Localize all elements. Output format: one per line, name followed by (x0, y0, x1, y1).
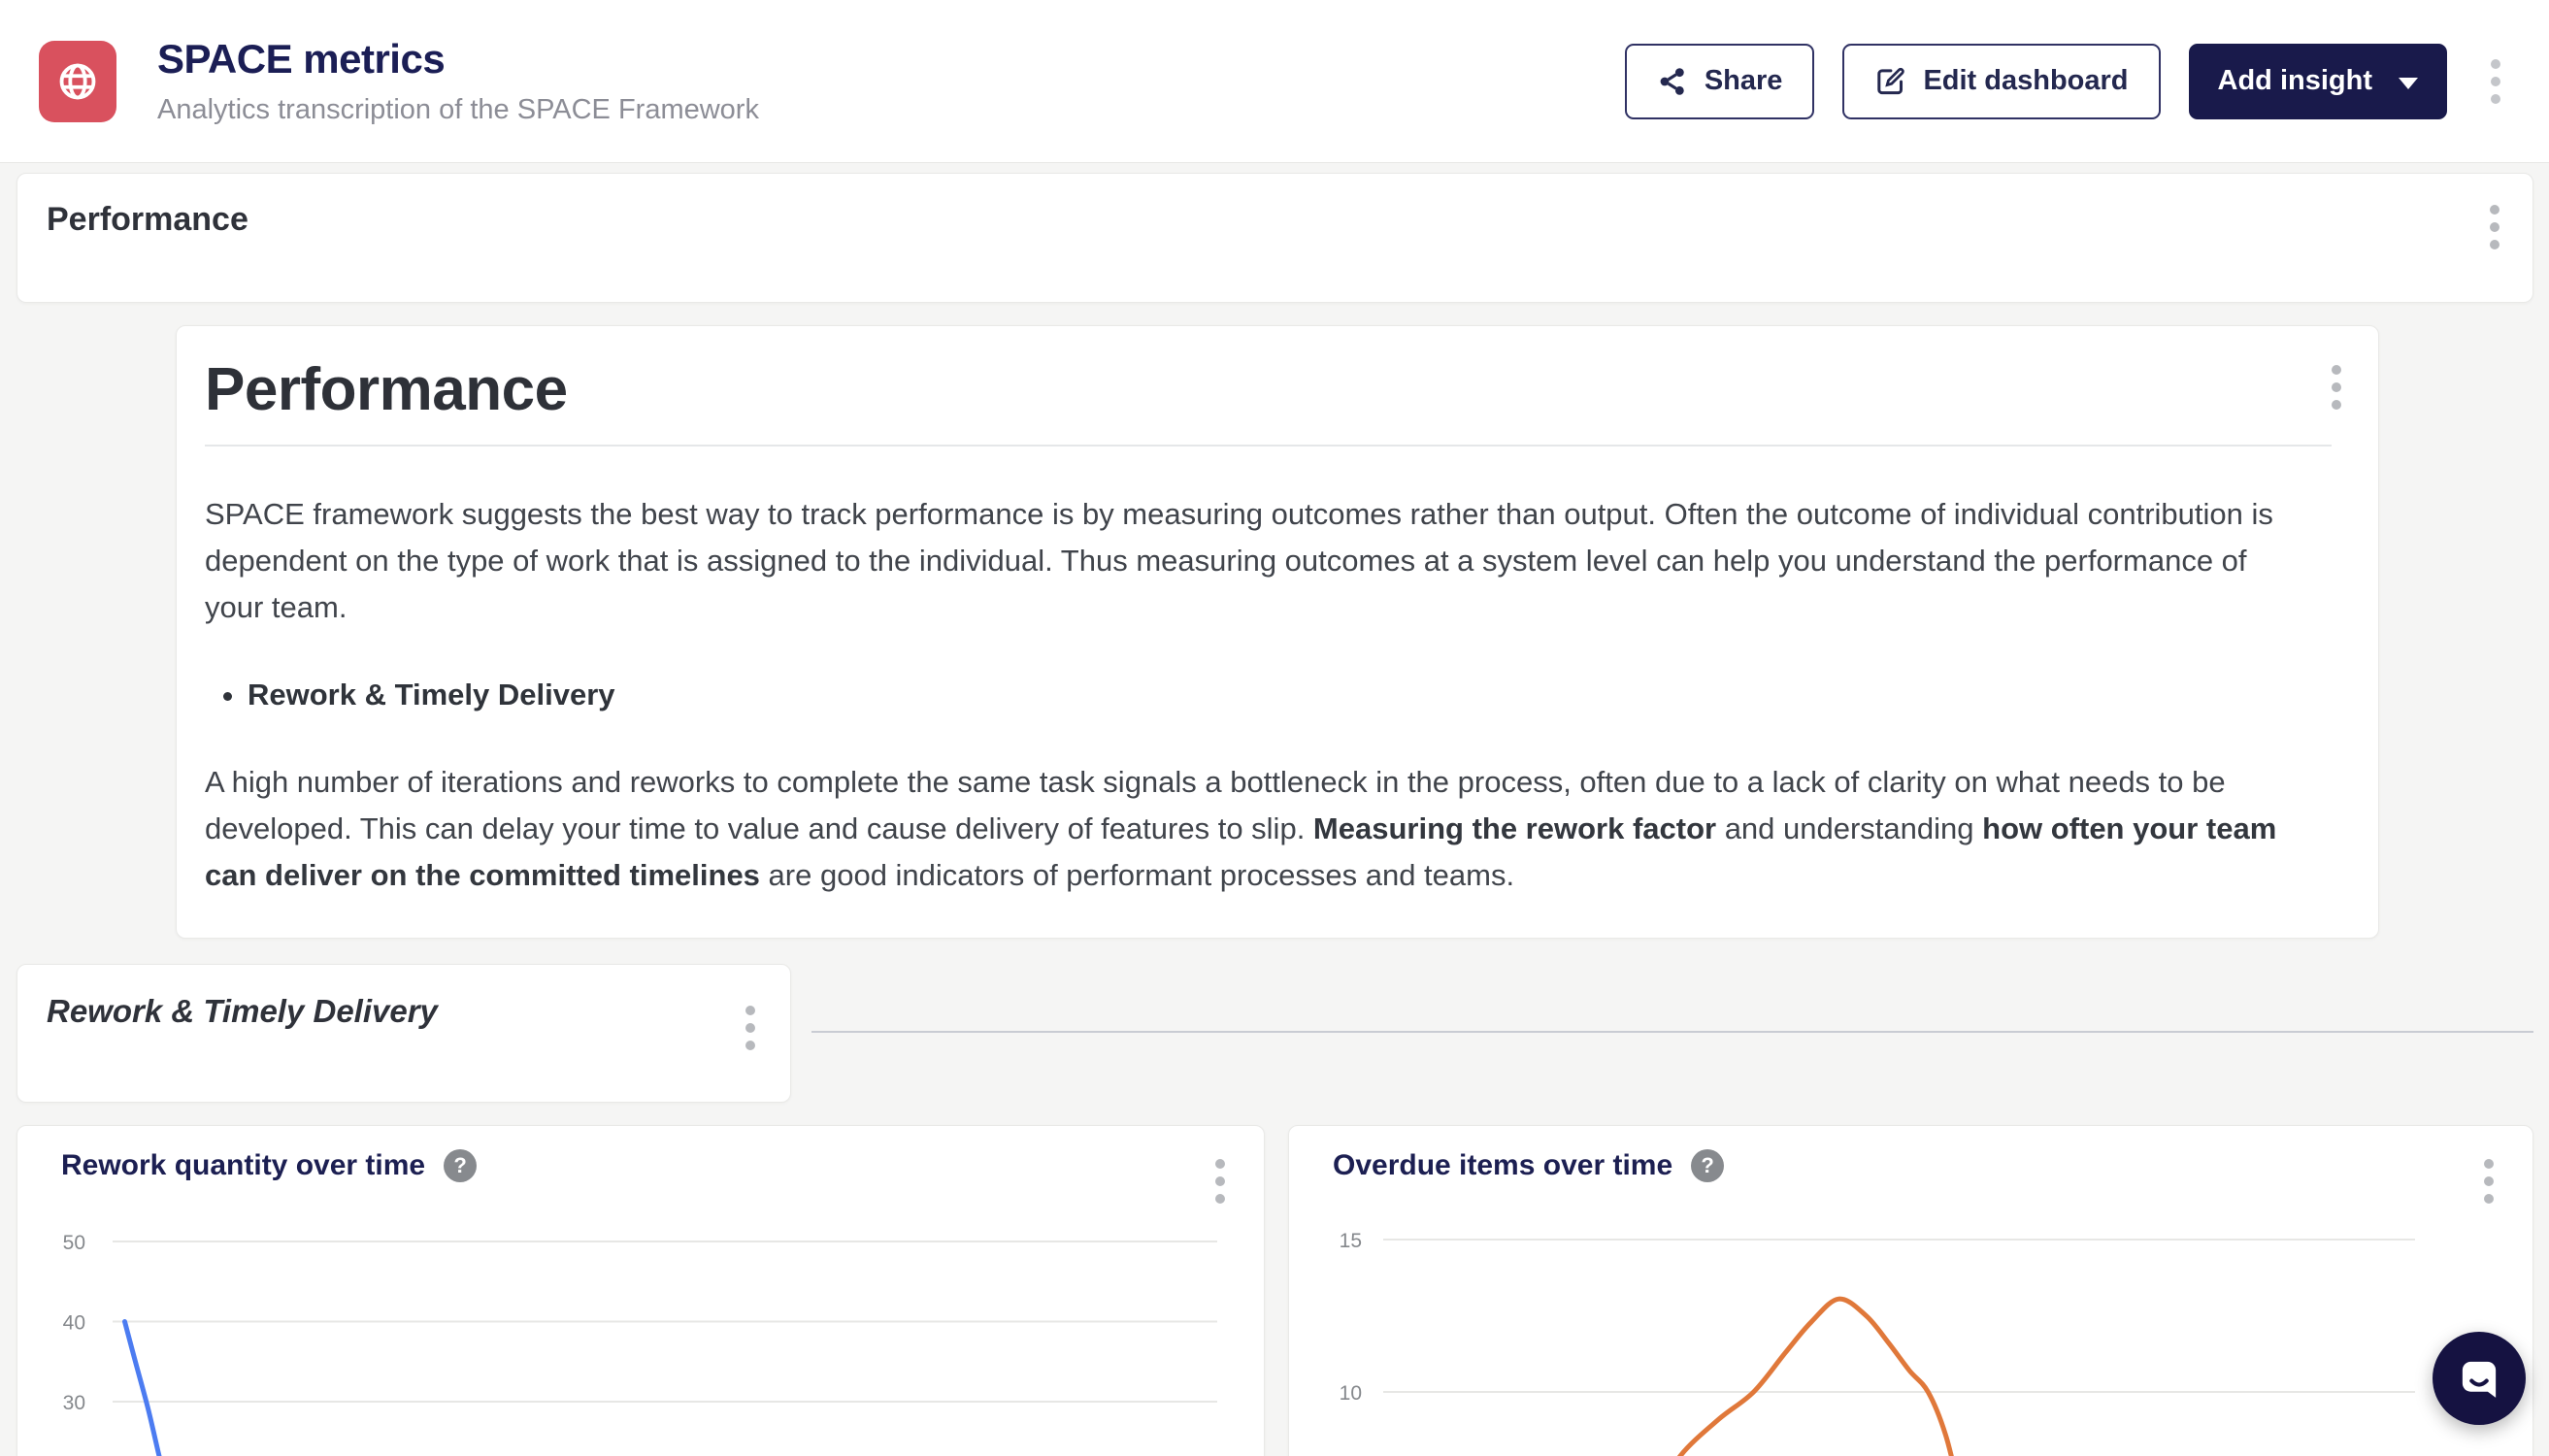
bold-text-segment: Measuring the rework factor (1313, 811, 1716, 845)
dashboard-header: SPACE metrics Analytics transcription of… (0, 0, 2549, 163)
chat-launcher-button[interactable] (2433, 1332, 2526, 1425)
text-card-paragraph-2: A high number of iterations and reworks … (205, 759, 2311, 899)
subsection-card-more-options-button[interactable] (740, 1000, 761, 1056)
text-card-bullet-item: Rework & Timely Delivery (248, 672, 2332, 718)
heading-divider (205, 445, 2332, 447)
kebab-menu-icon (745, 1006, 755, 1015)
help-icon[interactable]: ? (1691, 1149, 1724, 1182)
header-actions: Share Edit dashboard Add insight (1625, 44, 2506, 119)
kebab-menu-icon (2490, 205, 2499, 215)
chart-title: Overdue items over time (1333, 1149, 1672, 1182)
add-insight-button-label: Add insight (2218, 65, 2372, 97)
y-axis-tick-label: 10 (1340, 1382, 1362, 1405)
y-axis-tick-label: 30 (63, 1392, 85, 1414)
subsection-title-card: Rework & Timely Delivery (17, 964, 791, 1103)
rework-quantity-chart-card: 50 40 30 Rework quantity over time ? (17, 1125, 1265, 1456)
text-segment: are good indicators of performant proces… (760, 858, 1514, 892)
edit-dashboard-button-label: Edit dashboard (1923, 65, 2128, 97)
share-nodes-icon (1657, 66, 1688, 97)
section-card-more-options-button[interactable] (2484, 199, 2505, 255)
kebab-menu-icon (1215, 1159, 1225, 1169)
text-card-paragraph-1: SPACE framework suggests the best way to… (205, 491, 2311, 631)
pencil-square-icon (1874, 65, 1906, 97)
section-title-card: Performance (17, 173, 2533, 303)
y-axis-tick-label: 15 (1340, 1230, 1362, 1252)
subsection-title: Rework & Timely Delivery (47, 993, 761, 1030)
chart-header: Overdue items over time ? (1333, 1149, 1724, 1182)
overdue-trend-line (1657, 1299, 1960, 1456)
page-title: SPACE metrics (157, 37, 759, 82)
dashboard-more-options-button[interactable] (2485, 53, 2506, 110)
chart-more-options-button[interactable] (2478, 1153, 2499, 1209)
text-card-bullet-list: Rework & Timely Delivery (205, 672, 2332, 718)
app-logo[interactable] (39, 41, 116, 122)
y-axis-tick-label: 40 (63, 1312, 85, 1335)
dashboard-screen: SPACE metrics Analytics transcription of… (0, 0, 2549, 1456)
globe-icon (55, 59, 100, 104)
kebab-menu-icon (2491, 59, 2500, 69)
page-subtitle: Analytics transcription of the SPACE Fra… (157, 94, 759, 126)
text-card-heading: Performance (205, 355, 2332, 424)
rework-trend-line (125, 1322, 171, 1456)
kebab-menu-icon (2484, 1159, 2494, 1169)
subsection-divider-line (811, 1031, 2533, 1033)
help-icon[interactable]: ? (444, 1149, 477, 1182)
chat-bubble-smile-icon (2456, 1355, 2502, 1402)
overdue-items-chart-card: 15 10 Overdue items over time ? (1288, 1125, 2533, 1456)
kebab-menu-icon (2332, 365, 2341, 375)
share-button-label: Share (1705, 65, 1783, 97)
share-button[interactable]: Share (1625, 44, 1815, 119)
chart-more-options-button[interactable] (1209, 1153, 1231, 1209)
add-insight-button[interactable]: Add insight (2189, 44, 2447, 119)
text-card-more-options-button[interactable] (2326, 359, 2347, 415)
section-title: Performance (47, 201, 2503, 239)
performance-text-card: Performance SPACE framework suggests the… (176, 325, 2379, 939)
text-segment: and understanding (1716, 811, 1982, 845)
caret-down-icon (2399, 78, 2418, 89)
y-axis-tick-label: 50 (63, 1232, 85, 1254)
edit-dashboard-button[interactable]: Edit dashboard (1842, 44, 2160, 119)
chart-title: Rework quantity over time (61, 1149, 425, 1182)
chart-header: Rework quantity over time ? (61, 1149, 477, 1182)
header-titles: SPACE metrics Analytics transcription of… (157, 37, 759, 126)
